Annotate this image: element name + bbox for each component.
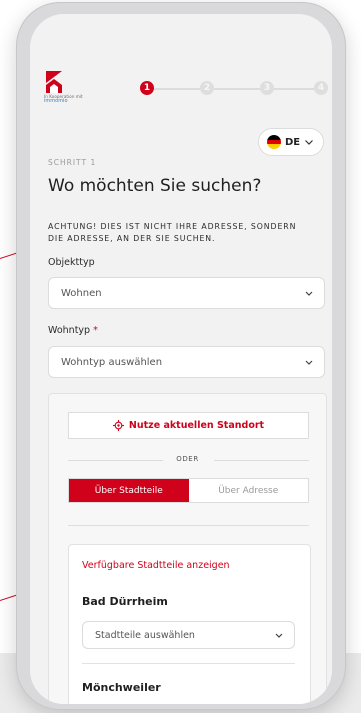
stepper-connector [214, 88, 260, 90]
city-name: Mönchweiler [82, 681, 161, 694]
wohntyp-value: Wohntyp auswählen [61, 356, 163, 368]
districts-select-placeholder: Stadtteile auswählen [95, 629, 195, 641]
section-divider [68, 525, 309, 526]
chevron-down-icon [305, 360, 313, 365]
toggle-districts[interactable]: Über Stadtteile [69, 479, 189, 502]
or-divider-right [214, 460, 309, 461]
chevron-down-icon [305, 291, 313, 296]
city-divider [82, 663, 295, 664]
stepper-connector [154, 88, 200, 90]
show-districts-link[interactable]: Verfügbare Stadtteile anzeigen [82, 560, 230, 571]
step-2[interactable]: 2 [200, 81, 214, 95]
objekttyp-select[interactable]: Wohnen [48, 277, 325, 309]
location-panel: Nutze aktuellen Standort ODER Über Stadt… [48, 393, 327, 704]
chevron-down-icon [305, 140, 314, 145]
german-flag-icon [267, 135, 281, 149]
phone-frame: In Kooperation mit immomio 1 2 3 4 DE SC… [16, 2, 346, 710]
wohntyp-select[interactable]: Wohntyp auswählen [48, 346, 325, 378]
step-4[interactable]: 4 [314, 81, 328, 95]
phone-screen: In Kooperation mit immomio 1 2 3 4 DE SC… [30, 14, 332, 704]
objekttyp-value: Wohnen [61, 287, 102, 299]
stepper-connector [274, 88, 314, 90]
districts-select[interactable]: Stadtteile auswählen [82, 621, 295, 649]
page-title: Wo möchten Sie suchen? [48, 176, 262, 196]
districts-card: Verfügbare Stadtteile anzeigen Bad Dürrh… [68, 544, 311, 704]
search-mode-toggle: Über Stadtteile Über Adresse [68, 478, 309, 503]
wohntyp-label: Wohntyp * [48, 325, 98, 336]
progress-stepper: 1 2 3 4 [140, 81, 328, 97]
wohntyp-label-text: Wohntyp [48, 325, 91, 336]
city-name: Bad Dürrheim [82, 595, 168, 608]
chevron-down-icon [275, 633, 283, 638]
current-location-label: Nutze aktuellen Standort [128, 420, 265, 431]
address-warning: ACHTUNG! DIES IST NICHT IHRE ADRESSE, SO… [48, 222, 297, 243]
required-marker: * [93, 325, 98, 336]
brand-partner-text: immomio [44, 98, 68, 104]
current-location-button[interactable]: Nutze aktuellen Standort [68, 412, 309, 439]
language-code: DE [285, 136, 301, 148]
step-label: SCHRITT 1 [48, 158, 97, 167]
language-selector[interactable]: DE [258, 128, 324, 156]
crosshair-icon [112, 420, 124, 431]
objekttyp-label: Objekttyp [48, 257, 95, 268]
step-3[interactable]: 3 [260, 81, 274, 95]
step-1[interactable]: 1 [140, 81, 154, 95]
toggle-address[interactable]: Über Adresse [189, 479, 309, 502]
or-label: ODER [176, 455, 199, 463]
